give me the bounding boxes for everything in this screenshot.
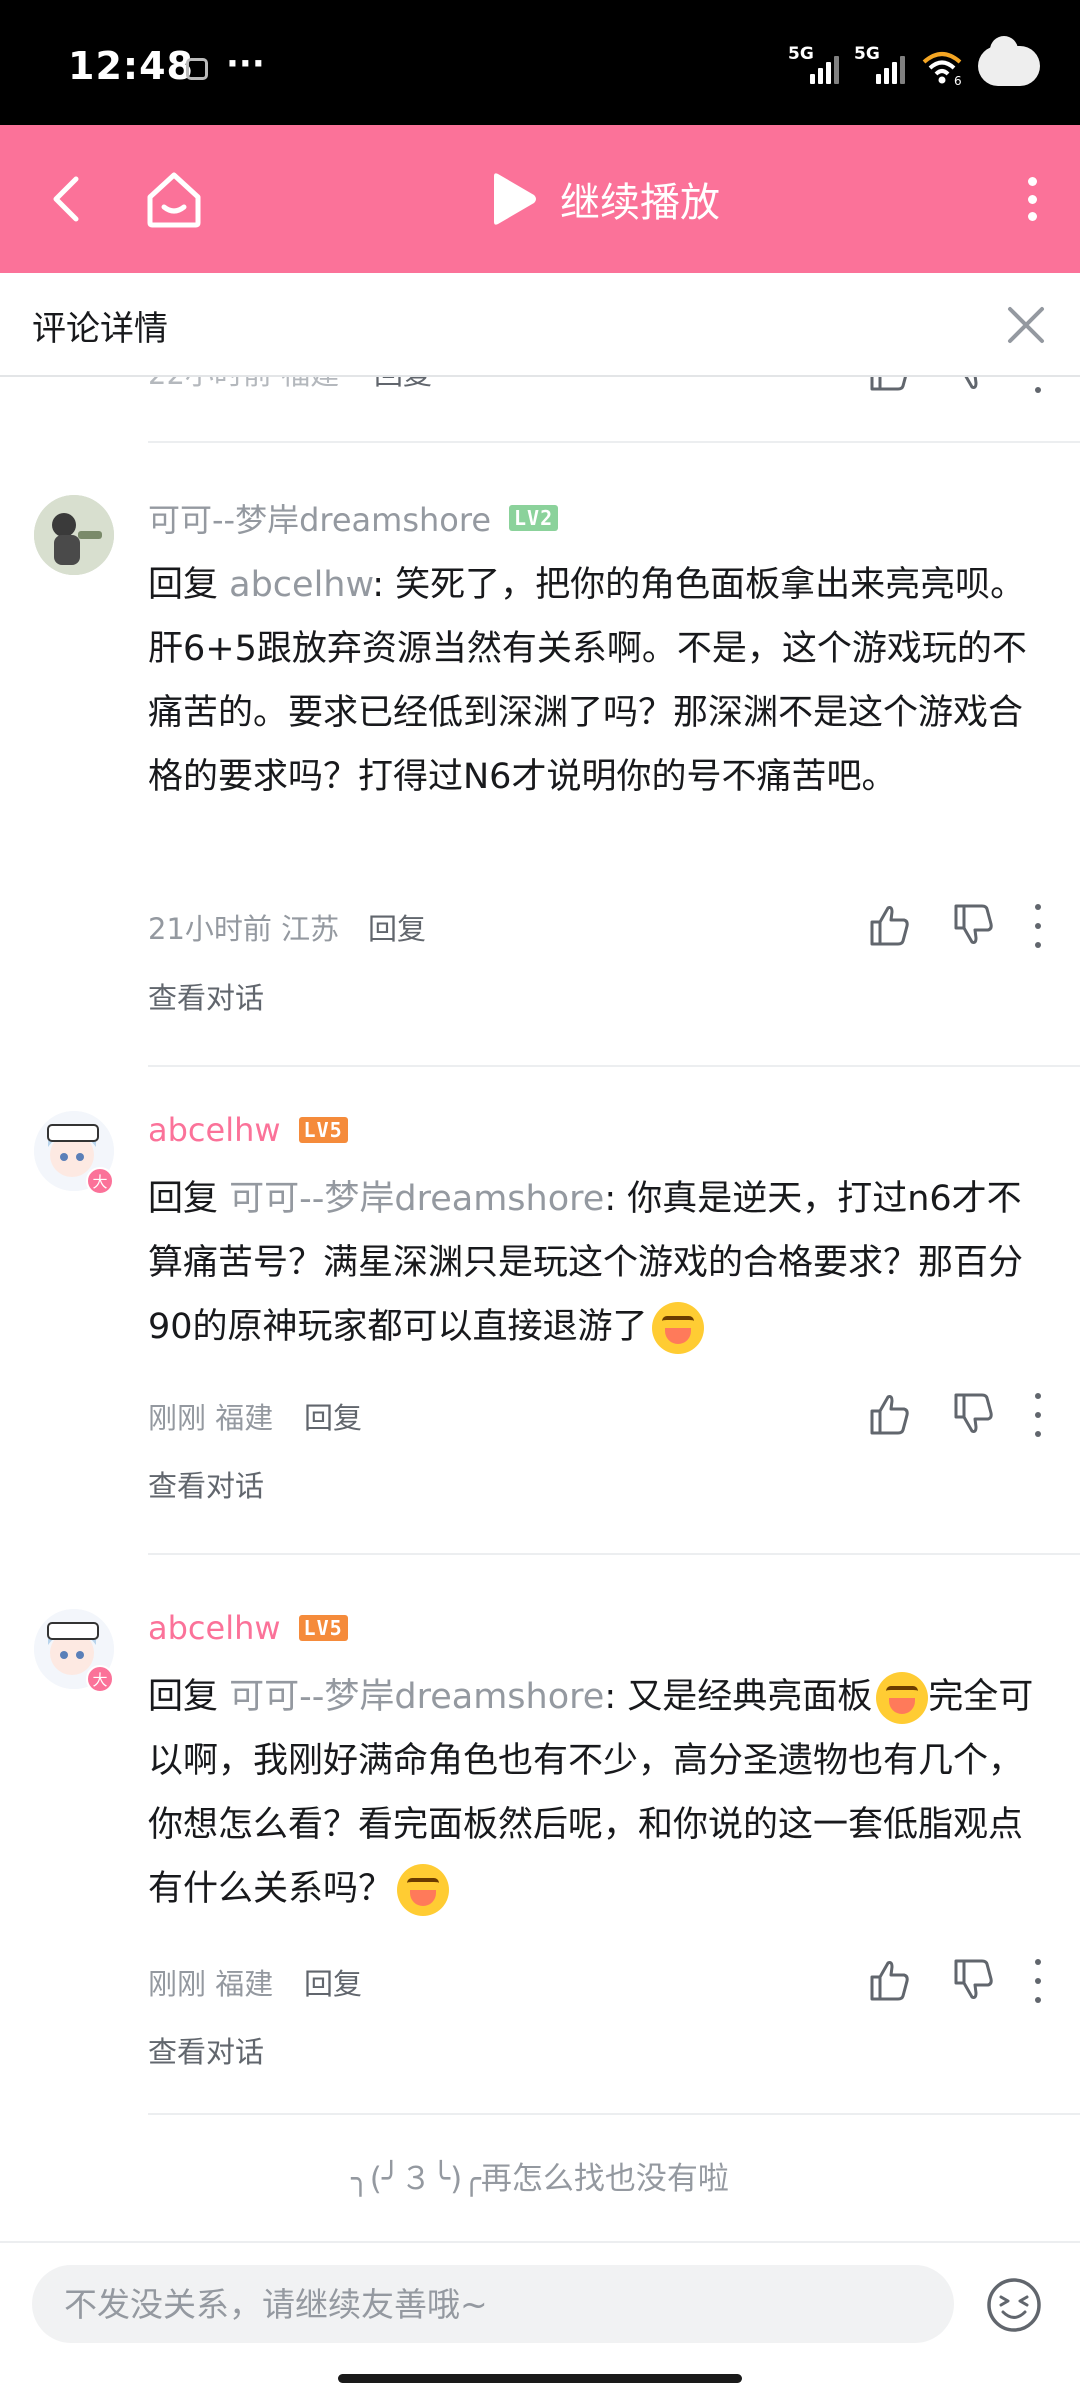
reply-button[interactable]: 回复	[374, 377, 432, 393]
emoji-button[interactable]	[984, 2275, 1044, 2335]
comment-time: 刚刚 福建	[148, 1401, 274, 1435]
like-icon[interactable]	[864, 1955, 914, 2005]
like-icon[interactable]	[864, 1389, 914, 1439]
status-bar: 12:48 ··· 5G 5G 6	[0, 0, 1080, 125]
close-button[interactable]	[998, 297, 1054, 353]
more-dot	[1027, 212, 1037, 221]
view-conversation-link[interactable]: 查看对话	[148, 2029, 264, 2071]
reply-prefix: 回复	[148, 1677, 230, 1717]
comment-more-button[interactable]	[1028, 377, 1048, 393]
reply-button[interactable]: 回复	[304, 1395, 362, 1437]
divider	[148, 2113, 1080, 2115]
continue-play-button[interactable]: 继续播放	[488, 165, 720, 233]
reply-prefix: 回复	[148, 565, 230, 605]
level-badge: LV5	[298, 1117, 348, 1143]
comment-more-button[interactable]	[1028, 1393, 1048, 1437]
more-notifications-icon: ···	[226, 44, 265, 84]
avatar[interactable]	[34, 495, 114, 575]
username[interactable]: 可可--梦岸dreamshore	[148, 495, 491, 541]
play-icon	[494, 173, 536, 225]
like-icon[interactable]	[864, 377, 914, 395]
comment-detail-header: 评论详情	[0, 273, 1080, 377]
reply-prefix: 回复	[148, 1179, 230, 1219]
avatar-image	[34, 495, 114, 575]
emoji-face-icon	[987, 2278, 1041, 2332]
comment-list[interactable]: 22小时前 福建 回复 可可--梦岸dreamshore LV2 回复 abce…	[0, 377, 1080, 2241]
notification-app-icon	[186, 58, 208, 80]
comment-body-part1: : 又是经典亮面板	[604, 1677, 873, 1717]
comment-header: abcelhw LV5	[148, 1609, 348, 1647]
wifi-icon: 6	[920, 46, 964, 88]
back-button[interactable]	[40, 169, 100, 229]
comment-time: 21小时前 江苏	[148, 912, 340, 946]
more-dot	[1027, 194, 1037, 204]
more-dot	[1027, 177, 1037, 186]
home-indicator[interactable]	[338, 2374, 742, 2383]
signal-icon: 5G	[854, 44, 906, 86]
header-more-button[interactable]	[1012, 169, 1052, 229]
app-header: 继续播放	[0, 125, 1080, 273]
page-title: 评论详情	[32, 309, 168, 349]
dislike-icon[interactable]	[948, 1389, 998, 1439]
chevron-left-icon	[53, 176, 79, 222]
view-conversation-link[interactable]: 查看对话	[148, 975, 264, 1017]
dislike-icon[interactable]	[948, 1955, 998, 2005]
dislike-icon[interactable]	[948, 377, 998, 395]
laugh-cry-emoji-icon	[651, 1302, 704, 1354]
signal-label: 5G	[788, 44, 814, 64]
continue-play-label: 继续播放	[560, 180, 720, 226]
dislike-icon[interactable]	[948, 900, 998, 950]
comment-text: 回复 可可--梦岸dreamshore: 又是经典亮面板 完全可以啊，我刚好满命角…	[148, 1665, 1048, 1921]
level-badge: LV2	[509, 505, 559, 531]
divider	[148, 1065, 1080, 1067]
comment-meta: 刚刚 福建 回复	[148, 1389, 1048, 1439]
comment-header: abcelhw LV5	[148, 1111, 348, 1149]
divider	[148, 1553, 1080, 1555]
divider	[148, 441, 1080, 443]
comment-header: 可可--梦岸dreamshore LV2	[148, 495, 559, 541]
comment-more-button[interactable]	[1028, 1959, 1048, 2003]
username[interactable]: abcelhw	[148, 1111, 281, 1149]
view-conversation-link[interactable]: 查看对话	[148, 1463, 264, 1505]
verified-badge: 大	[86, 1167, 114, 1195]
username[interactable]: abcelhw	[148, 1609, 281, 1647]
home-icon	[147, 172, 201, 228]
comment-meta: 刚刚 福建 回复	[148, 1955, 1048, 2005]
level-badge: LV5	[298, 1615, 348, 1641]
signal-label: 5G	[854, 44, 880, 64]
comment-text: 回复 可可--梦岸dreamshore: 你真是逆天，打过n6才不算痛苦号？满星…	[148, 1167, 1048, 1359]
battery-cloud-icon	[978, 36, 1040, 86]
home-button[interactable]	[140, 165, 208, 233]
comment-time: 22小时前 福建	[148, 377, 339, 393]
status-icons: 5G 5G 6	[788, 36, 1040, 88]
laugh-cry-emoji-icon	[876, 1672, 929, 1724]
signal-icon: 5G	[788, 44, 840, 86]
reply-button[interactable]: 回复	[368, 906, 426, 948]
reply-mention[interactable]: 可可--梦岸dreamshore	[229, 1179, 604, 1219]
close-icon	[1008, 307, 1044, 343]
svg-text:6: 6	[954, 74, 962, 86]
reply-button[interactable]: 回复	[304, 1961, 362, 2003]
comment-meta: 21小时前 江苏 回复	[148, 900, 1048, 950]
comment-time: 刚刚 福建	[148, 1967, 274, 2001]
end-of-list-tip: ╮(╯３╰)╭再怎么找也没有啦	[351, 2161, 729, 2197]
comment-input[interactable]	[32, 2265, 954, 2343]
reply-mention[interactable]: 可可--梦岸dreamshore	[229, 1677, 604, 1717]
comment-text: 回复 abcelhw: 笑死了，把你的角色面板拿出来亮亮呗。肝6+5跟放弃资源当…	[148, 553, 1048, 809]
reply-mention[interactable]: abcelhw	[229, 565, 372, 605]
verified-badge: 大	[86, 1665, 114, 1693]
like-icon[interactable]	[864, 900, 914, 950]
laugh-cry-emoji-icon	[397, 1864, 450, 1916]
comment-more-button[interactable]	[1028, 904, 1048, 948]
previous-comment-meta: 22小时前 福建 回复	[148, 377, 1080, 415]
status-time: 12:48	[68, 44, 194, 88]
